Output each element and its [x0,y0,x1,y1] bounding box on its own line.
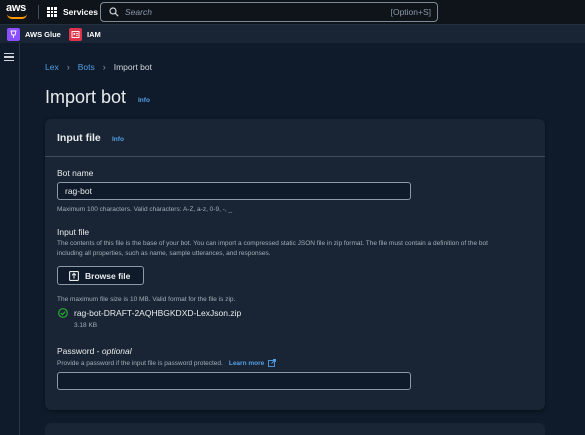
iam-service-icon [69,27,82,41]
password-input[interactable] [57,372,411,390]
grid-icon [47,7,57,17]
chevron-right-icon: › [66,62,70,72]
bot-name-label: Bot name [57,168,94,178]
password-description-text: Provide a password if the input file is … [57,359,223,367]
side-navigation-rail [0,43,20,435]
password-label: Password - optional [57,346,132,356]
upload-icon [69,271,79,281]
search-shortcut-hint: [Option+S] [390,7,431,17]
input-file-description: The contents of this file is the base of… [57,240,488,257]
menu-icon[interactable] [4,53,14,61]
page-info-link[interactable]: Info [138,97,150,104]
search-input[interactable]: Search [Option+S] [100,2,438,22]
input-file-panel: Input file Info Bot name rag-bot Maximum… [45,119,545,410]
selected-file-size: 3.18 KB [74,322,98,329]
selected-file-name: rag-bot-DRAFT-2AQHBGKDXD-LexJson.zip [74,308,242,318]
panel-title: Input file [57,132,101,144]
breadcrumb-bots[interactable]: Bots [78,62,95,72]
page-title: Import bot [45,87,127,107]
learn-more-link[interactable]: Learn more [228,359,277,367]
breadcrumb-current: Import bot [113,62,153,72]
bot-name-value: rag-bot [65,186,92,196]
password-optional-text: optional [101,346,132,356]
bot-name-input[interactable]: rag-bot [57,182,411,200]
favorite-label: IAM [87,29,101,39]
top-navigation: aws Services Search [Option+S] [0,0,585,24]
services-menu-button[interactable]: Services [47,5,98,19]
chevron-right-icon: › [102,62,106,72]
password-label-text: Password - [57,346,102,356]
browse-file-button[interactable]: Browse file [57,266,144,285]
bot-name-constraint: Maximum 100 characters. Valid characters… [57,206,233,213]
favorite-iam[interactable]: IAM [69,27,101,41]
panel-info-link[interactable]: Info [112,136,124,143]
check-circle-icon [58,308,68,318]
favorite-aws-glue[interactable]: AWS Glue [7,27,61,41]
favorites-bar: AWS Glue IAM [0,24,585,43]
search-placeholder: Search [125,7,152,17]
next-panel [45,423,545,435]
external-link-icon [268,359,277,367]
breadcrumb: Lex › Bots › Import bot [45,62,152,72]
services-label: Services [63,7,98,17]
file-constraint: The maximum file size is 10 MB. Valid fo… [57,296,236,303]
browse-file-label: Browse file [85,271,131,281]
favorite-label: AWS Glue [25,29,61,39]
breadcrumb-lex[interactable]: Lex [45,62,59,72]
aws-smile-icon [7,14,27,19]
learn-more-label: Learn more [228,359,265,367]
glue-service-icon [7,27,20,41]
input-file-label: Input file [57,227,90,237]
password-description: Provide a password if the input file is … [57,359,277,367]
search-icon [109,7,119,17]
panel-header: Input file Info [45,119,545,157]
aws-logo[interactable]: aws [6,2,30,22]
nav-divider [38,5,39,19]
aws-logo-text: aws [6,2,26,14]
